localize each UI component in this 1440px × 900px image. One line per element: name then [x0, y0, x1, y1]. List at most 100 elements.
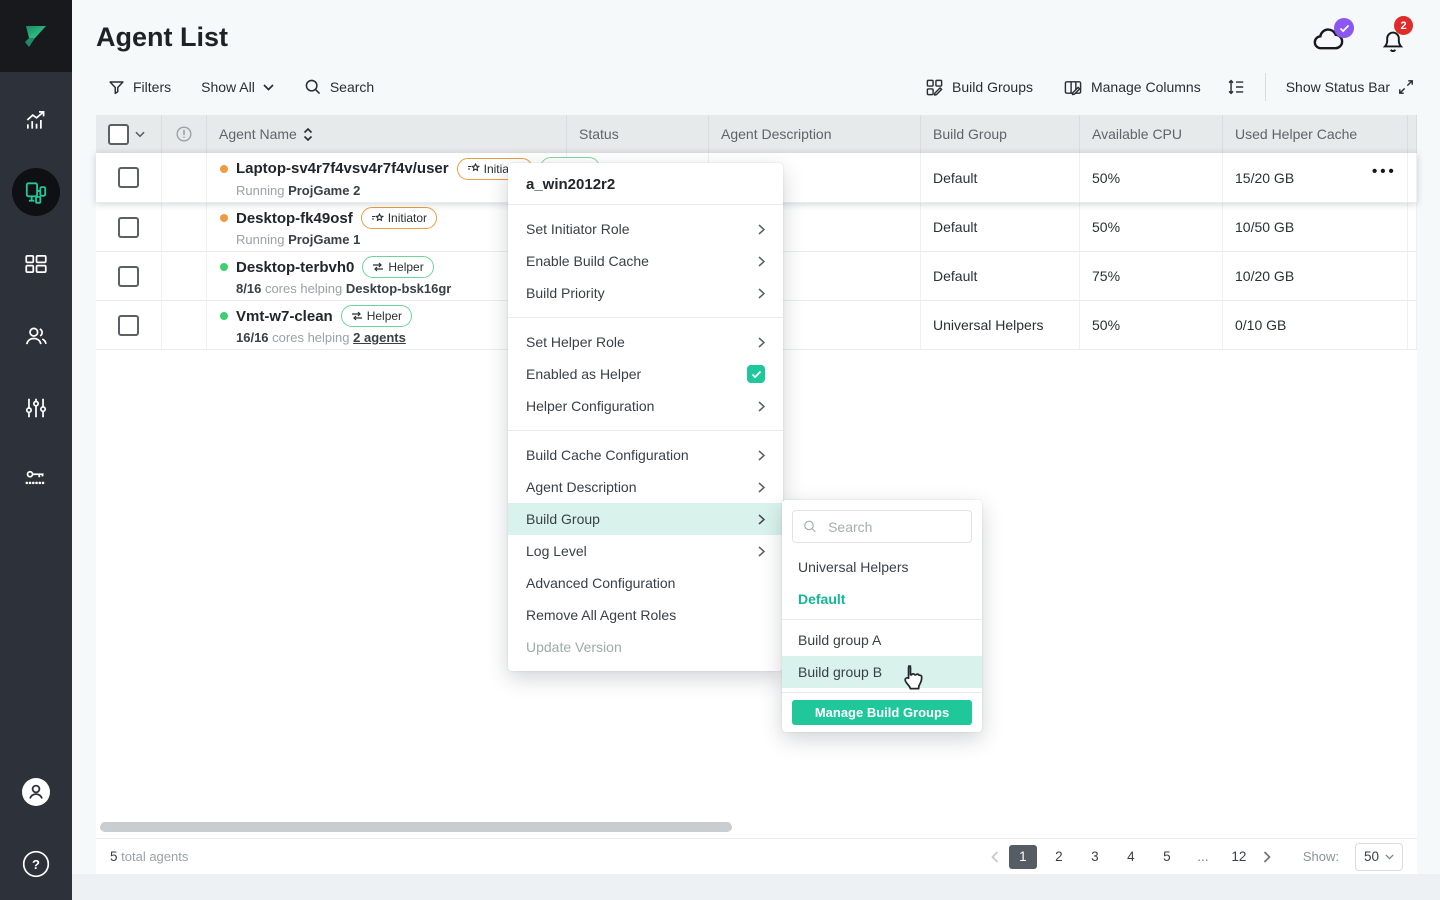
build-groups-button[interactable]: Build Groups: [925, 78, 1033, 97]
agent-subtext: Running ProjGame 2: [220, 183, 554, 198]
submenu-item-default-selected[interactable]: Default: [782, 583, 982, 615]
row-checkbox[interactable]: [118, 217, 139, 238]
submenu-item-universal-helpers[interactable]: Universal Helpers: [782, 551, 982, 583]
search-button[interactable]: Search: [304, 78, 374, 96]
question-icon: ?: [22, 850, 50, 878]
submenu-item-build-group-b[interactable]: Build group B: [782, 656, 982, 688]
menu-item-build-priority[interactable]: Build Priority: [508, 277, 783, 309]
chart-icon: [23, 107, 49, 133]
context-menu-section: Set Helper Role Enabled as Helper Helper…: [508, 318, 783, 431]
chevron-right-icon: [758, 337, 765, 348]
menu-item-build-cache-configuration[interactable]: Build Cache Configuration: [508, 439, 783, 471]
notification-count-badge: 2: [1394, 16, 1413, 35]
chevron-right-icon: [758, 546, 765, 557]
chevron-down-icon[interactable]: [135, 131, 145, 138]
page-size-select[interactable]: 50: [1355, 843, 1403, 871]
spacer-column-header: [1408, 115, 1417, 153]
menu-item-log-level[interactable]: Log Level: [508, 535, 783, 567]
column-header-agent-name[interactable]: Agent Name: [207, 115, 567, 153]
sort-icon[interactable]: [303, 128, 313, 141]
cloud-status-button[interactable]: [1312, 26, 1346, 52]
column-header-used-helper-cache[interactable]: Used Helper Cache: [1223, 115, 1408, 153]
menu-item-helper-configuration[interactable]: Helper Configuration: [508, 390, 783, 422]
select-all-header[interactable]: [96, 115, 162, 153]
helping-agents-link[interactable]: 2 agents: [353, 330, 406, 345]
menu-item-enable-build-cache[interactable]: Enable Build Cache: [508, 245, 783, 277]
cell-alert: [162, 153, 207, 202]
chevron-down-icon: [263, 84, 274, 91]
select-all-checkbox[interactable]: [108, 124, 129, 145]
page-button[interactable]: 12: [1225, 845, 1253, 869]
build-group-submenu: Universal Helpers Default Build group A …: [782, 500, 982, 732]
search-icon: [803, 518, 817, 535]
menu-item-enabled-as-helper[interactable]: Enabled as Helper: [508, 358, 783, 390]
row-actions-kebab[interactable]: •••: [1372, 163, 1397, 180]
table-footer: 5 total agents 1 2 3 4 5 ... 12 Show: 50: [96, 838, 1417, 874]
help-button[interactable]: ?: [0, 840, 72, 888]
submenu-search-box[interactable]: [792, 510, 972, 543]
cell-available-cpu: 50%: [1080, 301, 1223, 349]
notifications-button[interactable]: 2: [1380, 26, 1406, 54]
menu-item-advanced-configuration[interactable]: Advanced Configuration: [508, 567, 783, 599]
status-dot-online: [220, 263, 228, 271]
row-density-button[interactable]: [1227, 78, 1245, 96]
status-dot-busy: [220, 165, 228, 173]
row-checkbox[interactable]: [118, 266, 139, 287]
menu-item-set-helper-role[interactable]: Set Helper Role: [508, 326, 783, 358]
column-header-agent-description[interactable]: Agent Description: [709, 115, 921, 153]
page-button[interactable]: 2: [1045, 845, 1073, 869]
submenu-footer: Manage Build Groups: [782, 692, 982, 732]
agent-subtext: 16/16 cores helping 2 agents: [220, 330, 554, 345]
helper-badge: Helper: [341, 305, 412, 327]
menu-item-build-group[interactable]: Build Group: [508, 503, 783, 535]
sliders-icon: [23, 395, 49, 421]
chevron-right-icon: [758, 514, 765, 525]
hand-cursor-icon: [898, 662, 926, 692]
page-button[interactable]: 4: [1117, 845, 1145, 869]
alert-circle-icon: [175, 125, 193, 143]
check-icon: [1339, 24, 1350, 33]
page-button[interactable]: 1: [1009, 845, 1037, 869]
avatar-icon: [21, 777, 51, 807]
row-checkbox[interactable]: [118, 167, 139, 188]
show-status-bar-button[interactable]: Show Status Bar: [1286, 79, 1414, 95]
manage-build-groups-button[interactable]: Manage Build Groups: [792, 700, 972, 725]
cell-spacer: [1408, 153, 1417, 202]
status-dot-online: [220, 312, 228, 320]
menu-item-set-initiator-role[interactable]: Set Initiator Role: [508, 213, 783, 245]
submenu-item-build-group-a[interactable]: Build group A: [782, 624, 982, 656]
enabled-as-helper-checkbox[interactable]: [747, 365, 765, 383]
check-icon: [751, 370, 762, 379]
filters-button[interactable]: Filters: [108, 79, 171, 96]
sidebar-item-licenses[interactable]: [0, 454, 72, 502]
page-button[interactable]: 3: [1081, 845, 1109, 869]
chevron-right-icon: [758, 450, 765, 461]
menu-item-remove-all-agent-roles[interactable]: Remove All Agent Roles: [508, 599, 783, 631]
horizontal-scrollbar-thumb[interactable]: [100, 822, 732, 832]
sidebar-item-builds[interactable]: [0, 240, 72, 288]
sidebar-item-settings[interactable]: [0, 384, 72, 432]
cell-build-group: Universal Helpers: [921, 301, 1080, 349]
prev-page-button[interactable]: [989, 851, 1001, 863]
helper-swap-icon: [351, 311, 363, 321]
page-button[interactable]: 5: [1153, 845, 1181, 869]
sidebar-item-agents-active[interactable]: [0, 168, 72, 216]
show-all-dropdown[interactable]: Show All: [201, 79, 274, 95]
cell-used-helper-cache: 10/20 GB: [1223, 252, 1408, 300]
column-header-build-group[interactable]: Build Group: [921, 115, 1080, 153]
chevron-right-icon: [758, 224, 765, 235]
column-header-status[interactable]: Status: [567, 115, 709, 153]
app-logo[interactable]: [0, 0, 72, 72]
sidebar-item-users[interactable]: [0, 312, 72, 360]
submenu-search-input[interactable]: [826, 518, 961, 536]
cell-available-cpu: 75%: [1080, 252, 1223, 300]
manage-columns-button[interactable]: Manage Columns: [1063, 78, 1201, 97]
user-avatar[interactable]: [0, 768, 72, 816]
row-checkbox[interactable]: [118, 315, 139, 336]
menu-item-agent-description[interactable]: Agent Description: [508, 471, 783, 503]
status-dot-busy: [220, 214, 228, 222]
column-header-available-cpu[interactable]: Available CPU: [1080, 115, 1223, 153]
next-page-button[interactable]: [1261, 851, 1273, 863]
show-label: Show:: [1303, 849, 1339, 864]
sidebar-item-dashboard[interactable]: [0, 96, 72, 144]
